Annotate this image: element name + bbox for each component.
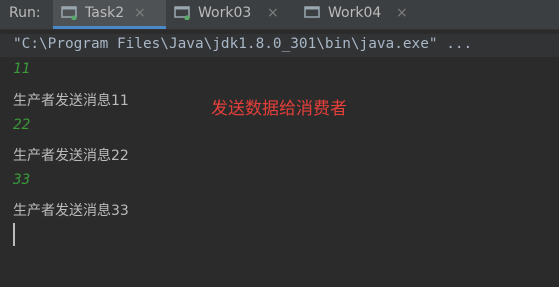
console-output-line: 生产者发送消息11 — [13, 93, 129, 109]
tab-task2[interactable]: Task2 × — [53, 0, 166, 29]
run-config-icon — [174, 6, 190, 20]
run-config-icon — [304, 6, 320, 18]
console-input-line: 11 — [13, 61, 31, 77]
red-annotation: 发送数据给消费者 — [211, 99, 347, 119]
close-icon[interactable]: × — [396, 5, 408, 21]
run-tool-window: Run: Task2 × Work03 × Work04 × "C:\Progr… — [0, 0, 559, 287]
tab-label: Work04 — [328, 5, 382, 21]
console-output-line: 生产者发送消息22 — [13, 148, 129, 164]
run-tab-bar: Run: Task2 × Work03 × Work04 × — [0, 0, 559, 30]
command-line: "C:\Program Files\Java\jdk1.8.0_301\bin\… — [13, 36, 473, 52]
console-input-line: 22 — [13, 117, 31, 133]
run-config-icon — [61, 6, 77, 20]
close-icon[interactable]: × — [267, 5, 279, 21]
command-line-row: "C:\Program Files\Java\jdk1.8.0_301\bin\… — [0, 34, 559, 57]
tab-label: Task2 — [85, 5, 125, 21]
tab-work03[interactable]: Work03 × — [166, 0, 294, 29]
run-label: Run: — [9, 5, 41, 21]
text-caret — [13, 223, 15, 246]
console-output[interactable]: "C:\Program Files\Java\jdk1.8.0_301\bin\… — [0, 30, 559, 287]
close-icon[interactable]: × — [134, 5, 146, 21]
tab-work04[interactable]: Work04 × — [296, 0, 424, 29]
console-input-line: 33 — [13, 172, 31, 188]
tab-label: Work03 — [198, 5, 252, 21]
console-output-line: 生产者发送消息33 — [13, 203, 129, 219]
